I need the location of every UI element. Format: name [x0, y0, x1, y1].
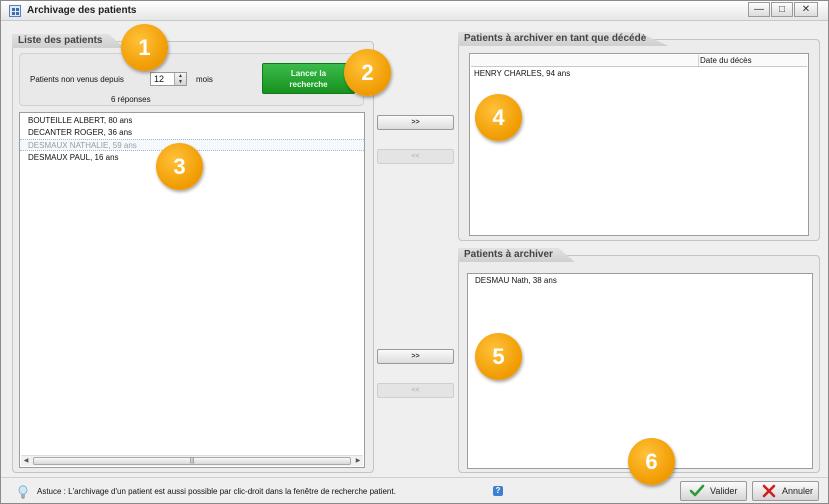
footer-divider: [1, 477, 828, 478]
deceased-list-header: Date du décès: [471, 55, 807, 67]
add-to-deceased-button[interactable]: >>: [377, 115, 454, 130]
maximize-button[interactable]: □: [771, 2, 793, 17]
search-button-line2: recherche: [289, 80, 328, 89]
list-item[interactable]: DECANTER ROGER, 36 ans: [20, 127, 364, 139]
patients-list-group-title: Liste des patients: [12, 34, 125, 48]
period-unit: mois: [196, 75, 213, 84]
window-title: Archivage des patients: [27, 5, 137, 16]
cross-icon: [762, 484, 776, 498]
search-criteria-box: Patients non venus depuis 12 ▲ ▼ mois 6 r…: [19, 53, 364, 106]
deceased-list[interactable]: Date du décès HENRY CHARLES, 94 ans: [469, 53, 809, 236]
minimize-button[interactable]: —: [748, 2, 770, 17]
deceased-group: Patients à archiver en tant que décédé D…: [458, 32, 820, 241]
death-date-column[interactable]: Date du décès: [700, 55, 752, 67]
callout-badge-1: 1: [121, 24, 168, 71]
period-stepper[interactable]: 12 ▲ ▼: [150, 72, 187, 86]
period-value[interactable]: 12: [154, 74, 164, 84]
period-label: Patients non venus depuis: [30, 75, 124, 84]
callout-badge-4: 4: [475, 94, 522, 141]
add-to-archive-button[interactable]: >>: [377, 349, 454, 364]
search-button-line1: Lancer la: [290, 69, 327, 78]
list-item[interactable]: BOUTEILLE ALBERT, 80 ans: [20, 115, 364, 127]
validate-button[interactable]: Valider: [680, 481, 747, 501]
list-item[interactable]: DESMAU Nath, 38 ans: [468, 275, 812, 287]
callout-badge-2: 2: [344, 49, 391, 96]
checkmark-icon: [689, 484, 705, 497]
callout-badge-6: 6: [628, 438, 675, 485]
deceased-group-title: Patients à archiver en tant que décédé: [458, 32, 669, 46]
scroll-right-icon[interactable]: ▶: [353, 457, 363, 466]
lightbulb-icon: [18, 485, 28, 499]
cancel-button[interactable]: Annuler: [752, 481, 819, 501]
horizontal-scrollbar[interactable]: ◀ ||| ▶: [21, 455, 363, 466]
search-button[interactable]: Lancer la recherche: [262, 63, 355, 94]
window-controls: — □ ✕: [747, 2, 818, 17]
results-count: 6 réponses: [111, 95, 151, 104]
callout-badge-5: 5: [475, 333, 522, 380]
column-divider[interactable]: [698, 55, 699, 66]
remove-from-archive-button[interactable]: <<: [377, 383, 454, 398]
close-button[interactable]: ✕: [794, 2, 818, 17]
validate-label: Valider: [710, 486, 738, 496]
tip-text: Astuce : L'archivage d'un patient est au…: [37, 487, 396, 496]
title-bar: Archivage des patients — □ ✕: [1, 1, 828, 21]
help-icon[interactable]: ?: [493, 486, 503, 496]
stepper-arrows-icon[interactable]: ▲ ▼: [174, 73, 186, 85]
patients-list-group: Liste des patients Patients non venus de…: [12, 34, 374, 473]
callout-badge-3: 3: [156, 143, 203, 190]
list-item[interactable]: HENRY CHARLES, 94 ans: [470, 68, 808, 80]
cancel-label: Annuler: [782, 486, 814, 496]
app-icon: [9, 5, 21, 17]
archive-group-title: Patients à archiver: [458, 248, 575, 262]
archive-window: Archivage des patients — □ ✕ Liste des p…: [0, 0, 829, 504]
scroll-left-icon[interactable]: ◀: [21, 457, 31, 466]
scrollbar-thumb[interactable]: |||: [33, 457, 351, 465]
remove-from-deceased-button[interactable]: <<: [377, 149, 454, 164]
